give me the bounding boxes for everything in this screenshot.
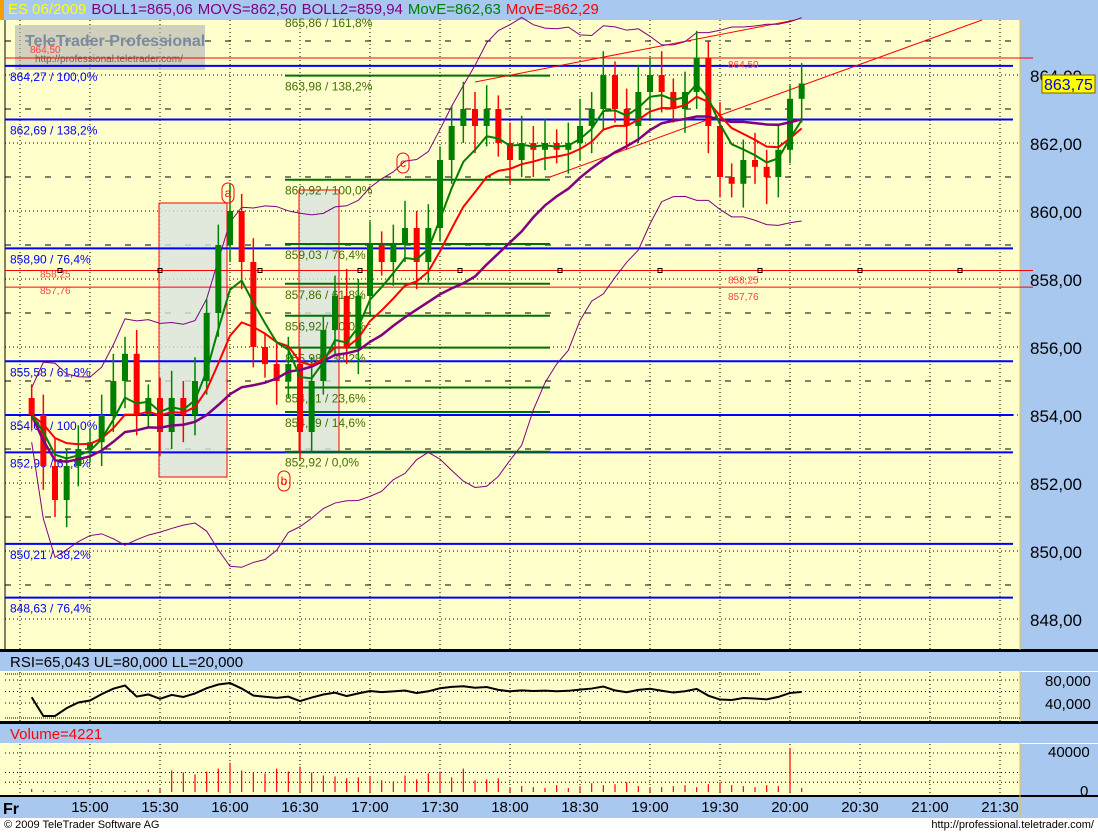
wave-label: a <box>225 186 232 200</box>
candle-body <box>647 75 653 92</box>
time-tick: 17:00 <box>351 799 389 816</box>
blue-fib-label: 848,63 / 76,4% <box>10 602 91 616</box>
wave-label: b <box>281 474 288 488</box>
time-tick: 18:00 <box>491 799 529 816</box>
rsi-tick: 80,000 <box>1045 673 1091 690</box>
time-tick: 19:30 <box>701 799 739 816</box>
green-fib-label: 860,92 / 100,0% <box>285 184 373 198</box>
price-tick: 860,00 <box>1030 203 1082 222</box>
candle-body <box>658 75 665 92</box>
candle-body <box>472 109 478 126</box>
candle-body <box>215 245 222 313</box>
time-tick: 17:30 <box>421 799 459 816</box>
candle-body <box>262 347 268 364</box>
price-plot-bg <box>0 20 1020 650</box>
green-fib-label: 852,92 / 0,0% <box>285 456 359 470</box>
price-chart[interactable]: 864,00862,00860,00858,00856,00854,00852,… <box>0 0 1098 833</box>
candle-body <box>238 211 245 262</box>
time-tick: 21:30 <box>981 799 1019 816</box>
time-tick: 15:30 <box>141 799 179 816</box>
red-level-label: 857,76 <box>40 286 71 297</box>
red-level-label: 864,50 <box>30 45 61 56</box>
candle-body <box>308 381 315 432</box>
candle-body <box>600 75 607 109</box>
candle-body <box>332 296 338 330</box>
candle-body <box>52 466 58 500</box>
blue-fib-label: 862,69 / 138,2% <box>10 124 98 138</box>
red-level-label: 864,50 <box>728 60 759 71</box>
green-fib-label: 859,03 / 76,4% <box>285 248 366 262</box>
blue-fib-label: 858,90 / 76,4% <box>10 252 91 266</box>
volume-tick: 0 <box>1080 783 1088 800</box>
time-tick: 18:30 <box>561 799 599 816</box>
wave-label: c <box>400 156 406 170</box>
red-level-label: 858,25 <box>40 270 71 281</box>
candle-body <box>588 109 595 126</box>
rsi-tick: 40,000 <box>1045 696 1091 713</box>
blue-fib-label: 864,27 / 100,0% <box>10 70 98 84</box>
time-tick: 19:00 <box>631 799 669 816</box>
day-label: Fr <box>3 801 19 818</box>
candle-body <box>740 160 747 184</box>
price-tick: 854,00 <box>1030 407 1082 426</box>
time-tick: 15:00 <box>71 799 109 816</box>
volume-tick: 40000 <box>1048 744 1090 761</box>
green-fib-label: 857,86 / 61,8% <box>285 288 366 302</box>
candle-body <box>390 245 397 262</box>
price-tick: 848,00 <box>1030 611 1082 630</box>
candle-body <box>483 109 490 126</box>
red-level-label: 857,76 <box>728 292 759 303</box>
candle-body <box>752 160 758 167</box>
volume-header: Volume=4221 <box>0 722 1098 743</box>
candle-body <box>63 466 70 500</box>
price-tick: 856,00 <box>1030 339 1082 358</box>
price-tick: 852,00 <box>1030 475 1082 494</box>
candle-body <box>28 398 35 415</box>
candle-body <box>623 109 630 126</box>
footer-url[interactable]: http://professional.teletrader.com/ <box>931 818 1094 833</box>
time-tick: 20:00 <box>771 799 809 816</box>
candle-body <box>717 126 723 177</box>
candle-body <box>798 83 805 99</box>
green-fib-label: 863,98 / 138,2% <box>285 80 373 94</box>
volume-label: Volume=4221 <box>10 726 103 743</box>
candle-body <box>378 245 385 262</box>
time-tick: 16:30 <box>281 799 319 816</box>
time-tick: 20:30 <box>841 799 879 816</box>
time-tick: 21:00 <box>911 799 949 816</box>
blue-fib-label: 854,00 / 100,0% <box>10 419 98 433</box>
candle-body <box>122 353 128 381</box>
candle-body <box>763 166 770 177</box>
last-price-label: 863,75 <box>1044 77 1093 94</box>
price-tick: 858,00 <box>1030 271 1082 290</box>
green-fib-label: 865,86 / 161,8% <box>285 16 373 30</box>
copyright: © 2009 TeleTrader Software AG <box>4 819 160 831</box>
candle-body <box>728 177 735 184</box>
candle-body <box>133 353 140 415</box>
candle-body <box>367 245 373 296</box>
candle-body <box>227 211 233 245</box>
time-tick: 16:00 <box>211 799 249 816</box>
blue-fib-label: 850,21 / 38,2% <box>10 548 91 562</box>
candle-body <box>460 109 467 126</box>
candle-body <box>110 381 117 415</box>
rsi-label: RSI=65,043 UL=80,000 LL=20,000 <box>10 654 244 671</box>
candle-body <box>612 75 618 109</box>
red-level-label: 858,25 <box>728 276 759 287</box>
price-tick: 850,00 <box>1030 543 1082 562</box>
rsi-header: RSI=65,043 UL=80,000 LL=20,000 <box>0 650 1098 671</box>
candle-body <box>402 228 408 245</box>
candle-body <box>448 126 455 160</box>
price-tick: 862,00 <box>1030 135 1082 154</box>
range-box <box>158 202 228 478</box>
